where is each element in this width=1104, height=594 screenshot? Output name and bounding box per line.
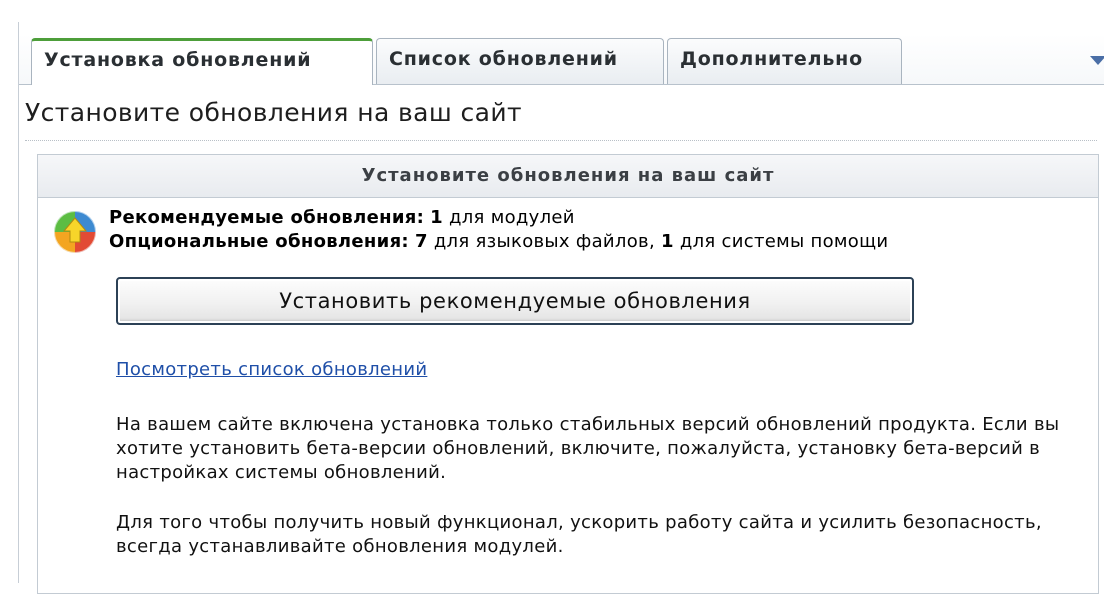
optional-label: Опциональные обновления:: [109, 231, 409, 252]
view-updates-list-link[interactable]: Посмотреть список обновлений: [116, 359, 427, 380]
beta-notice: На вашем сайте включена установка только…: [116, 414, 1060, 483]
tab-bar: Установка обновлений Список обновлений Д…: [19, 34, 1104, 85]
panel-header: Установите обновления на ваш сайт: [38, 155, 1098, 198]
tab-updates-list[interactable]: Список обновлений: [376, 38, 664, 84]
recommended-updates-line: Рекомендуемые обновления: 1 для модулей: [109, 207, 575, 228]
optional-count-help: 1: [661, 231, 674, 252]
title-divider: [25, 140, 1097, 141]
dropdown-arrow-icon[interactable]: [1090, 56, 1104, 65]
install-recommended-button[interactable]: Установить рекомендуемые обновления: [116, 277, 914, 325]
optional-count-lang: 7: [414, 231, 428, 252]
modules-advice: Для того чтобы получить новый функционал…: [116, 512, 1042, 557]
optional-mid-text: для языковых файлов,: [433, 231, 655, 252]
update-window: Установка обновлений Список обновлений Д…: [18, 22, 1104, 594]
page-title: Установите обновления на ваш сайт: [25, 98, 522, 127]
tab-additional[interactable]: Дополнительно: [667, 38, 902, 84]
updates-globe-icon: [53, 210, 97, 254]
optional-updates-line: Опциональные обновления: 7 для языковых …: [109, 231, 888, 252]
optional-suffix: для системы помощи: [679, 231, 889, 252]
recommended-suffix: для модулей: [449, 207, 575, 228]
tab-install-updates[interactable]: Установка обновлений: [31, 38, 373, 85]
recommended-count: 1: [430, 207, 443, 228]
updates-panel: Установите обновления на ваш сайт Рекоме…: [37, 154, 1099, 594]
recommended-label: Рекомендуемые обновления:: [109, 207, 425, 228]
